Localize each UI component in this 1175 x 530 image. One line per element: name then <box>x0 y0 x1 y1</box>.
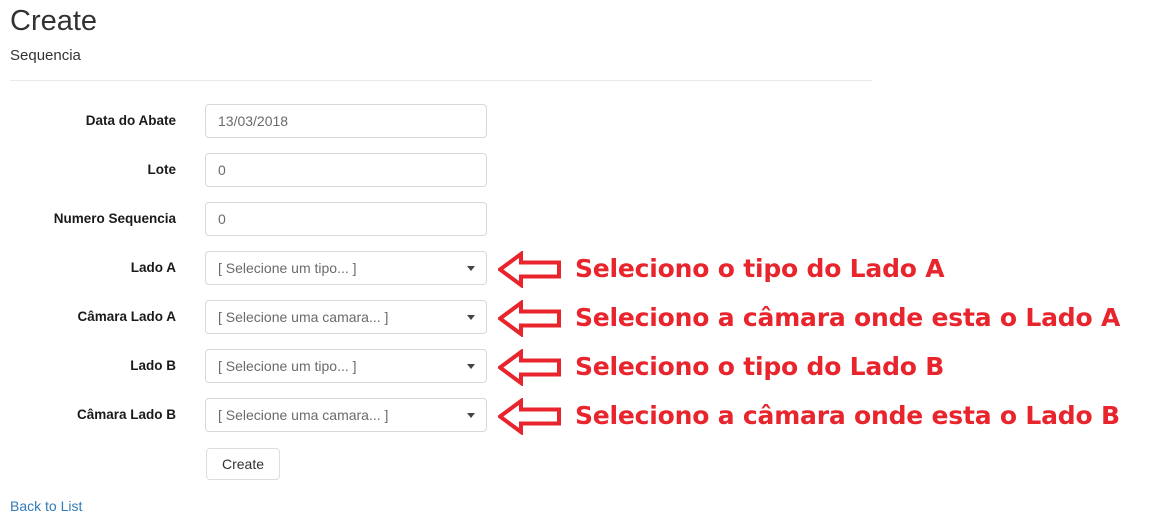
left-arrow-icon <box>498 349 561 386</box>
label-data-do-abate: Data do Abate <box>85 113 176 128</box>
input-data-do-abate[interactable]: 13/03/2018 <box>205 104 487 138</box>
select-camara-lado-a-value: [ Selecione uma camara... ] <box>218 309 389 325</box>
form-row-lado-a: Lado A [ Selecione um tipo... ] <box>0 251 500 285</box>
left-arrow-icon <box>498 251 561 288</box>
form-row-data-do-abate: Data do Abate 13/03/2018 <box>0 104 500 138</box>
select-lado-a-value: [ Selecione um tipo... ] <box>218 260 357 276</box>
label-lado-a: Lado A <box>130 260 176 275</box>
annotation-text-lado-b: Seleciono o tipo do Lado B <box>575 352 945 381</box>
form-row-lado-b: Lado B [ Selecione um tipo... ] <box>0 349 500 383</box>
chevron-down-icon <box>467 413 475 418</box>
select-lado-b-value: [ Selecione um tipo... ] <box>218 358 357 374</box>
input-numero-sequencia[interactable]: 0 <box>205 202 487 236</box>
annotation-text-lado-a: Seleciono o tipo do Lado A <box>575 254 945 283</box>
label-camara-lado-b: Câmara Lado B <box>76 407 176 422</box>
create-button[interactable]: Create <box>206 448 281 480</box>
chevron-down-icon <box>467 266 475 271</box>
label-numero-sequencia: Numero Sequencia <box>53 211 176 226</box>
label-lado-b: Lado B <box>130 358 176 373</box>
select-camara-lado-b[interactable]: [ Selecione uma camara... ] <box>205 398 487 432</box>
form-row-camara-lado-a: Câmara Lado A [ Selecione uma camara... … <box>0 300 500 334</box>
chevron-down-icon <box>467 364 475 369</box>
back-to-list-link[interactable]: Back to List <box>10 497 82 515</box>
annotation-text-camara-lado-a: Seleciono a câmara onde esta o Lado A <box>575 303 1121 332</box>
form-row-lote: Lote 0 <box>0 153 500 187</box>
select-camara-lado-a[interactable]: [ Selecione uma camara... ] <box>205 300 487 334</box>
select-lado-b[interactable]: [ Selecione um tipo... ] <box>205 349 487 383</box>
label-lote: Lote <box>147 162 177 177</box>
left-arrow-icon <box>498 398 561 435</box>
input-lote[interactable]: 0 <box>205 153 487 187</box>
left-arrow-icon <box>498 300 561 337</box>
select-camara-lado-b-value: [ Selecione uma camara... ] <box>218 407 389 423</box>
form-row-camara-lado-b: Câmara Lado B [ Selecione uma camara... … <box>0 398 500 432</box>
label-camara-lado-a: Câmara Lado A <box>77 309 176 324</box>
chevron-down-icon <box>467 315 475 320</box>
select-lado-a[interactable]: [ Selecione um tipo... ] <box>205 251 487 285</box>
annotation-text-camara-lado-b: Seleciono a câmara onde esta o Lado B <box>575 401 1120 430</box>
form-row-numero-sequencia: Numero Sequencia 0 <box>0 202 500 236</box>
